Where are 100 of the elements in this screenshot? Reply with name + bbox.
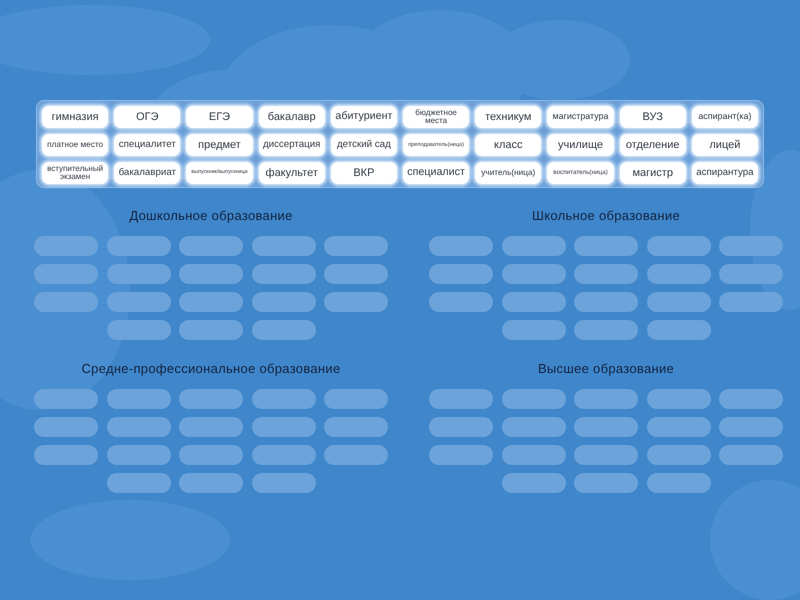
answer-slot[interactable] <box>719 264 783 284</box>
answer-slot[interactable] <box>179 445 243 465</box>
answer-slot[interactable] <box>252 292 316 312</box>
answer-slot[interactable] <box>106 236 170 256</box>
answer-slot[interactable] <box>502 417 566 437</box>
answer-slot[interactable] <box>324 389 388 409</box>
answer-slot[interactable] <box>252 473 316 493</box>
word-tile[interactable]: ВКР <box>330 162 397 184</box>
answer-slot[interactable] <box>646 320 710 340</box>
answer-slot[interactable] <box>34 445 98 465</box>
answer-slot[interactable] <box>324 236 388 256</box>
word-tile[interactable]: техникум <box>475 106 542 128</box>
answer-slot[interactable] <box>429 292 493 312</box>
answer-slot[interactable] <box>646 417 710 437</box>
answer-slot[interactable] <box>719 292 783 312</box>
answer-slot[interactable] <box>34 264 98 284</box>
word-tile[interactable]: платное место <box>42 134 108 156</box>
answer-slot[interactable] <box>106 292 170 312</box>
word-tile[interactable]: ЕГЭ <box>186 106 253 128</box>
answer-slot[interactable] <box>179 292 243 312</box>
answer-slot[interactable] <box>646 236 710 256</box>
answer-slot[interactable] <box>719 389 783 409</box>
word-tile[interactable]: предмет <box>186 134 253 156</box>
answer-slot[interactable] <box>574 417 638 437</box>
word-tile[interactable]: ОГЭ <box>114 106 180 128</box>
answer-slot[interactable] <box>502 264 566 284</box>
word-tile[interactable]: абитуриент <box>330 106 397 128</box>
answer-slot[interactable] <box>429 417 493 437</box>
word-tile[interactable]: диссертация <box>258 134 325 156</box>
word-tile[interactable]: бакалавр <box>258 106 325 128</box>
word-tile[interactable]: бюджетное места <box>402 106 470 128</box>
answer-slot[interactable] <box>324 264 388 284</box>
word-tile[interactable]: отделение <box>620 134 686 156</box>
answer-slot[interactable] <box>502 320 566 340</box>
answer-slot[interactable] <box>646 292 710 312</box>
answer-slot[interactable] <box>252 445 316 465</box>
answer-slot[interactable] <box>646 445 710 465</box>
answer-slot[interactable] <box>429 389 493 409</box>
answer-slot[interactable] <box>34 292 98 312</box>
word-tile[interactable]: класс <box>475 134 542 156</box>
answer-slot[interactable] <box>106 264 170 284</box>
answer-slot[interactable] <box>429 236 493 256</box>
answer-slot[interactable] <box>646 473 710 493</box>
answer-slot[interactable] <box>34 389 98 409</box>
answer-slot[interactable] <box>252 236 316 256</box>
answer-slot[interactable] <box>252 389 316 409</box>
answer-slot[interactable] <box>179 473 243 493</box>
answer-slot[interactable] <box>574 445 638 465</box>
answer-slot[interactable] <box>106 320 170 340</box>
answer-slot[interactable] <box>502 445 566 465</box>
answer-slot[interactable] <box>574 320 638 340</box>
answer-slot[interactable] <box>252 264 316 284</box>
answer-slot[interactable] <box>646 264 710 284</box>
answer-slot[interactable] <box>719 417 783 437</box>
answer-slot[interactable] <box>502 292 566 312</box>
answer-slot[interactable] <box>252 320 316 340</box>
answer-slot[interactable] <box>179 389 243 409</box>
word-tile[interactable]: магистратура <box>547 106 614 128</box>
word-tile[interactable]: специалист <box>402 162 470 184</box>
word-tile[interactable]: бакалавриат <box>114 162 180 184</box>
answer-slot[interactable] <box>106 473 170 493</box>
word-tile[interactable]: вступительный экзамен <box>42 162 108 184</box>
answer-slot[interactable] <box>574 264 638 284</box>
group-title: Средне-профессиональное образование <box>81 361 341 377</box>
answer-slot[interactable] <box>502 473 566 493</box>
word-tile[interactable]: факультет <box>258 162 325 184</box>
word-tile[interactable]: лицей <box>692 134 758 156</box>
answer-slot[interactable] <box>179 417 243 437</box>
answer-slot[interactable] <box>34 236 98 256</box>
word-tile[interactable]: аспирантура <box>692 162 758 184</box>
answer-slot[interactable] <box>34 417 98 437</box>
word-tile[interactable]: ВУЗ <box>620 106 686 128</box>
word-tile[interactable]: специалитет <box>114 134 180 156</box>
answer-slot[interactable] <box>429 264 493 284</box>
answer-slot[interactable] <box>324 292 388 312</box>
word-tile[interactable]: аспирант(ка) <box>692 106 758 128</box>
word-tile[interactable]: гимназия <box>42 106 108 128</box>
answer-slot[interactable] <box>574 236 638 256</box>
answer-slot[interactable] <box>719 236 783 256</box>
answer-slot[interactable] <box>179 236 243 256</box>
word-tile[interactable]: детский сад <box>330 134 397 156</box>
word-tile[interactable]: магистр <box>620 162 686 184</box>
answer-slot[interactable] <box>646 389 710 409</box>
answer-slot[interactable] <box>106 389 170 409</box>
answer-slot[interactable] <box>502 389 566 409</box>
answer-slot[interactable] <box>324 445 388 465</box>
answer-slot[interactable] <box>179 320 243 340</box>
answer-slot[interactable] <box>502 236 566 256</box>
answer-slot[interactable] <box>179 264 243 284</box>
answer-slot[interactable] <box>106 445 170 465</box>
answer-slot[interactable] <box>574 473 638 493</box>
answer-slot[interactable] <box>106 417 170 437</box>
word-tile[interactable]: учитель(ница) <box>475 162 542 184</box>
answer-slot[interactable] <box>574 389 638 409</box>
answer-slot[interactable] <box>574 292 638 312</box>
answer-slot[interactable] <box>252 417 316 437</box>
answer-slot[interactable] <box>719 445 783 465</box>
word-tile[interactable]: училище <box>547 134 614 156</box>
answer-slot[interactable] <box>429 445 493 465</box>
answer-slot[interactable] <box>324 417 388 437</box>
